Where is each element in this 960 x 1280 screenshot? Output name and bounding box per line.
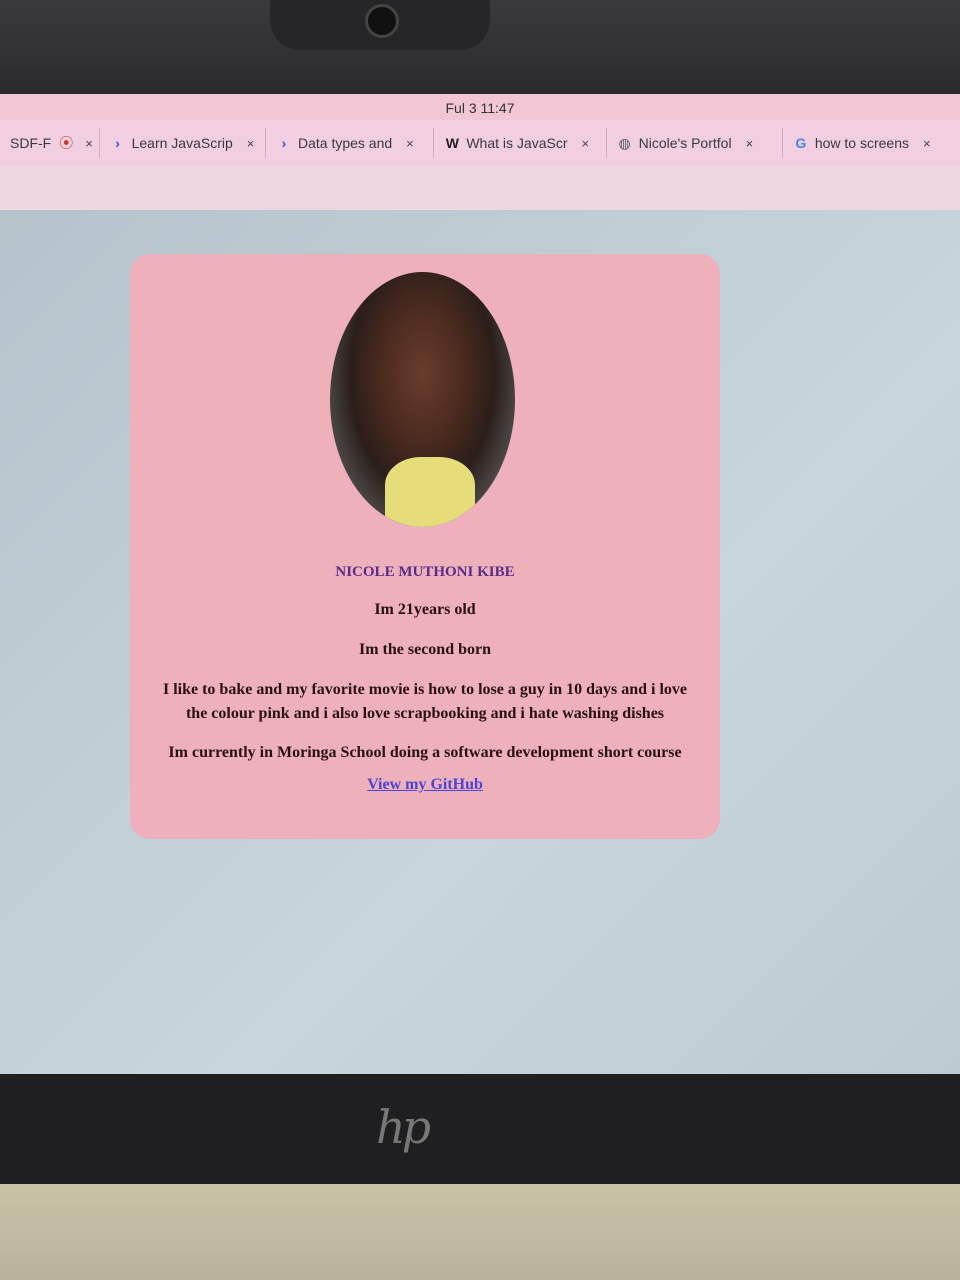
profile-birth-order: Im the second born xyxy=(358,641,491,658)
profile-photo xyxy=(330,272,515,527)
browser-toolbar xyxy=(0,166,960,210)
tab-nicoles-portfolio[interactable]: ◍ Nicole's Portfol × xyxy=(607,128,783,158)
tab-label: SDF-F xyxy=(10,135,52,151)
profile-name: NICOLE MUTHONI KIBE xyxy=(335,564,515,580)
tab-label: how to screens xyxy=(814,135,910,151)
tab-label: Nicole's Portfol xyxy=(638,135,732,151)
tab-label: Data types and xyxy=(297,135,393,151)
profile-likes: I like to bake and my favorite movie is … xyxy=(162,681,688,722)
photo-shirt xyxy=(385,457,475,527)
browser-tab-bar: SDF-F ⦿ × › Learn JavaScrip × › Data typ… xyxy=(0,120,960,166)
tab-label: What is JavaScr xyxy=(466,135,568,151)
tab-learn-javascript[interactable]: › Learn JavaScrip × xyxy=(100,128,266,158)
globe-icon: ◍ xyxy=(618,135,631,151)
tab-data-types[interactable]: › Data types and × xyxy=(266,128,435,158)
google-icon: G xyxy=(795,135,807,151)
portfolio-page: NICOLE MUTHONI KIBE Im 21years old Im th… xyxy=(0,210,960,1074)
tab-what-is-javascript[interactable]: W What is JavaScr × xyxy=(434,128,607,158)
tab-close-icon[interactable]: × xyxy=(581,136,589,151)
tab-close-icon[interactable]: × xyxy=(85,136,93,151)
tab-close-icon[interactable]: × xyxy=(746,136,754,151)
tab-sdf[interactable]: SDF-F ⦿ × xyxy=(0,128,100,158)
laptop-bottom-bezel: hp xyxy=(0,1074,960,1184)
system-clock: Ful 3 11:47 xyxy=(0,94,960,120)
tab-label: Learn JavaScrip xyxy=(131,135,233,151)
laptop-screen: Ful 3 11:47 SDF-F ⦿ × › Learn JavaScrip … xyxy=(0,94,960,1074)
hp-logo: hp xyxy=(376,1100,431,1154)
profile-card: NICOLE MUTHONI KIBE Im 21years old Im th… xyxy=(130,254,720,839)
github-link[interactable]: View my GitHub xyxy=(130,776,720,794)
profile-age: Im 21years old xyxy=(374,601,476,618)
tab-close-icon[interactable]: × xyxy=(247,136,255,151)
tab-how-to-screenshot[interactable]: G how to screens × xyxy=(783,128,960,158)
tab-close-icon[interactable]: × xyxy=(406,136,414,151)
webcam-icon xyxy=(365,4,399,38)
record-icon: ⦿ xyxy=(59,135,74,151)
codecademy-icon: › xyxy=(281,135,287,151)
tab-close-icon[interactable]: × xyxy=(923,136,931,151)
codecademy-icon: › xyxy=(115,135,120,151)
w-icon: W xyxy=(445,135,459,151)
laptop-base xyxy=(0,1184,960,1280)
laptop-top-bezel xyxy=(0,0,960,100)
profile-school: Im currently in Moringa School doing a s… xyxy=(168,744,682,761)
